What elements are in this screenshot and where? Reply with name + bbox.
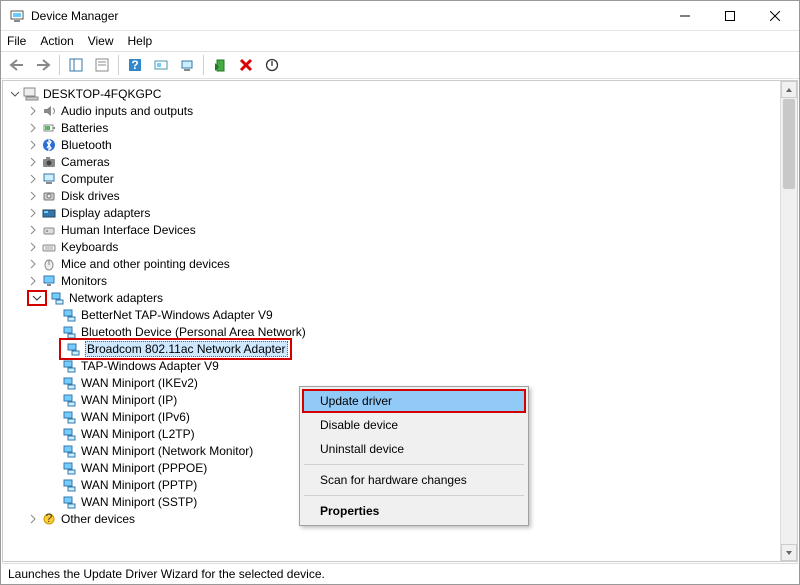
context-disable-device[interactable]: Disable device (302, 413, 526, 437)
expand-icon[interactable] (27, 275, 39, 287)
vertical-scrollbar[interactable] (780, 81, 797, 561)
highlight-box: Broadcom 802.11ac Network Adapter (59, 338, 292, 360)
display-icon (41, 205, 57, 221)
expand-icon[interactable] (27, 105, 39, 117)
other-icon: ? (41, 511, 57, 527)
action-button[interactable] (149, 53, 173, 77)
mouse-icon (41, 256, 57, 272)
collapse-icon[interactable] (9, 88, 21, 100)
minimize-button[interactable] (662, 1, 707, 30)
expand-icon[interactable] (27, 156, 39, 168)
camera-icon (41, 154, 57, 170)
tree-device[interactable]: BetterNet TAP-Windows Adapter V9 (3, 306, 780, 323)
context-uninstall-device[interactable]: Uninstall device (302, 437, 526, 461)
adapter-icon (61, 358, 77, 374)
status-text: Launches the Update Driver Wizard for th… (8, 567, 325, 581)
expand-icon[interactable] (27, 224, 39, 236)
battery-icon (41, 120, 57, 136)
update-driver-button[interactable] (208, 53, 232, 77)
context-properties[interactable]: Properties (302, 499, 526, 523)
back-button[interactable] (5, 53, 29, 77)
adapter-icon (61, 443, 77, 459)
adapter-icon (61, 460, 77, 476)
expand-icon[interactable] (27, 258, 39, 270)
expand-icon[interactable] (27, 241, 39, 253)
show-hide-tree-button[interactable] (64, 53, 88, 77)
toolbar-separator (203, 55, 204, 75)
disk-icon (41, 188, 57, 204)
context-update-driver[interactable]: Update driver (302, 389, 526, 413)
adapter-icon (65, 341, 81, 357)
tree-device[interactable]: TAP-Windows Adapter V9 (3, 357, 780, 374)
adapter-icon (61, 477, 77, 493)
toolbar-separator (59, 55, 60, 75)
expand-icon[interactable] (27, 139, 39, 151)
tree-device-selected[interactable]: Broadcom 802.11ac Network Adapter (3, 340, 780, 357)
maximize-button[interactable] (707, 1, 752, 30)
adapter-icon (61, 494, 77, 510)
forward-button[interactable] (31, 53, 55, 77)
adapter-icon (61, 409, 77, 425)
scroll-thumb[interactable] (783, 99, 795, 189)
adapter-icon (61, 307, 77, 323)
audio-icon (41, 103, 57, 119)
context-separator (304, 464, 524, 465)
hid-icon (41, 222, 57, 238)
keyboard-icon (41, 239, 57, 255)
adapter-icon (61, 426, 77, 442)
status-bar: Launches the Update Driver Wizard for th… (2, 563, 798, 583)
tree-category-network[interactable]: Network adapters (3, 289, 780, 306)
context-menu: Update driver Disable device Uninstall d… (299, 386, 529, 526)
menubar: File Action View Help (1, 31, 799, 51)
expand-icon[interactable] (27, 173, 39, 185)
svg-text:?: ? (46, 512, 53, 525)
titlebar: Device Manager (1, 1, 799, 31)
scan-button[interactable] (175, 53, 199, 77)
network-icon (49, 290, 65, 306)
root-label: DESKTOP-4FQKGPC (43, 87, 161, 101)
monitor-icon (41, 273, 57, 289)
context-scan[interactable]: Scan for hardware changes (302, 468, 526, 492)
toolbar-separator (118, 55, 119, 75)
expand-icon[interactable] (27, 513, 39, 525)
tree-category[interactable]: Audio inputs and outputs (3, 102, 780, 119)
menu-help[interactable]: Help (128, 34, 153, 48)
adapter-icon (61, 392, 77, 408)
tree-category[interactable]: Monitors (3, 272, 780, 289)
app-icon (9, 8, 25, 24)
menu-action[interactable]: Action (40, 34, 73, 48)
tree-category[interactable]: Disk drives (3, 187, 780, 204)
menu-view[interactable]: View (88, 34, 114, 48)
properties-button[interactable] (90, 53, 114, 77)
menu-file[interactable]: File (7, 34, 26, 48)
tree-category[interactable]: Cameras (3, 153, 780, 170)
scroll-down-button[interactable] (781, 544, 797, 561)
tree-category[interactable]: Computer (3, 170, 780, 187)
computer-icon (23, 86, 39, 102)
uninstall-button[interactable] (234, 53, 258, 77)
tree-category[interactable]: Mice and other pointing devices (3, 255, 780, 272)
collapse-icon[interactable] (31, 292, 43, 304)
highlight-box (27, 290, 47, 306)
tree-category[interactable]: Batteries (3, 119, 780, 136)
bluetooth-icon (41, 137, 57, 153)
expand-icon[interactable] (27, 190, 39, 202)
computer-icon (41, 171, 57, 187)
expand-icon[interactable] (27, 122, 39, 134)
help-button[interactable]: ? (123, 53, 147, 77)
close-button[interactable] (752, 1, 797, 30)
toolbar: ? (1, 51, 799, 79)
expand-icon[interactable] (27, 207, 39, 219)
context-separator (304, 495, 524, 496)
tree-root[interactable]: DESKTOP-4FQKGPC (3, 85, 780, 102)
tree-category[interactable]: Display adapters (3, 204, 780, 221)
disable-button[interactable] (260, 53, 284, 77)
adapter-icon (61, 375, 77, 391)
scroll-up-button[interactable] (781, 81, 797, 98)
svg-text:?: ? (131, 58, 138, 72)
tree-category[interactable]: Human Interface Devices (3, 221, 780, 238)
window-title: Device Manager (31, 9, 662, 23)
tree-category[interactable]: Bluetooth (3, 136, 780, 153)
tree-category[interactable]: Keyboards (3, 238, 780, 255)
